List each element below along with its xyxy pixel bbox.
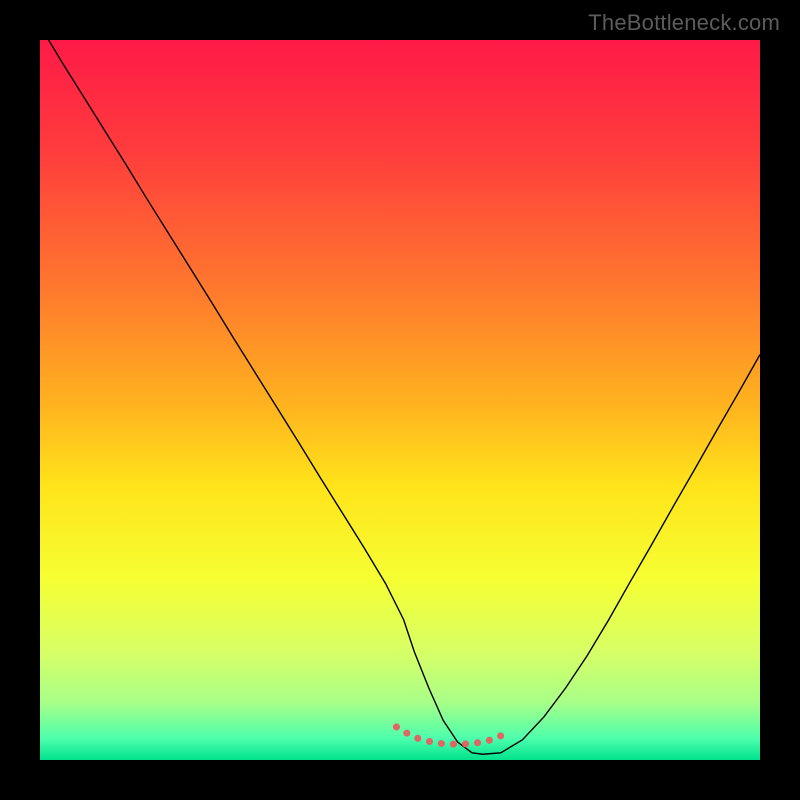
watermark-text: TheBottleneck.com [588,10,780,36]
plot-area [40,40,760,760]
chart-svg [40,40,760,760]
gradient-background [40,40,760,760]
chart-frame: TheBottleneck.com [0,0,800,800]
